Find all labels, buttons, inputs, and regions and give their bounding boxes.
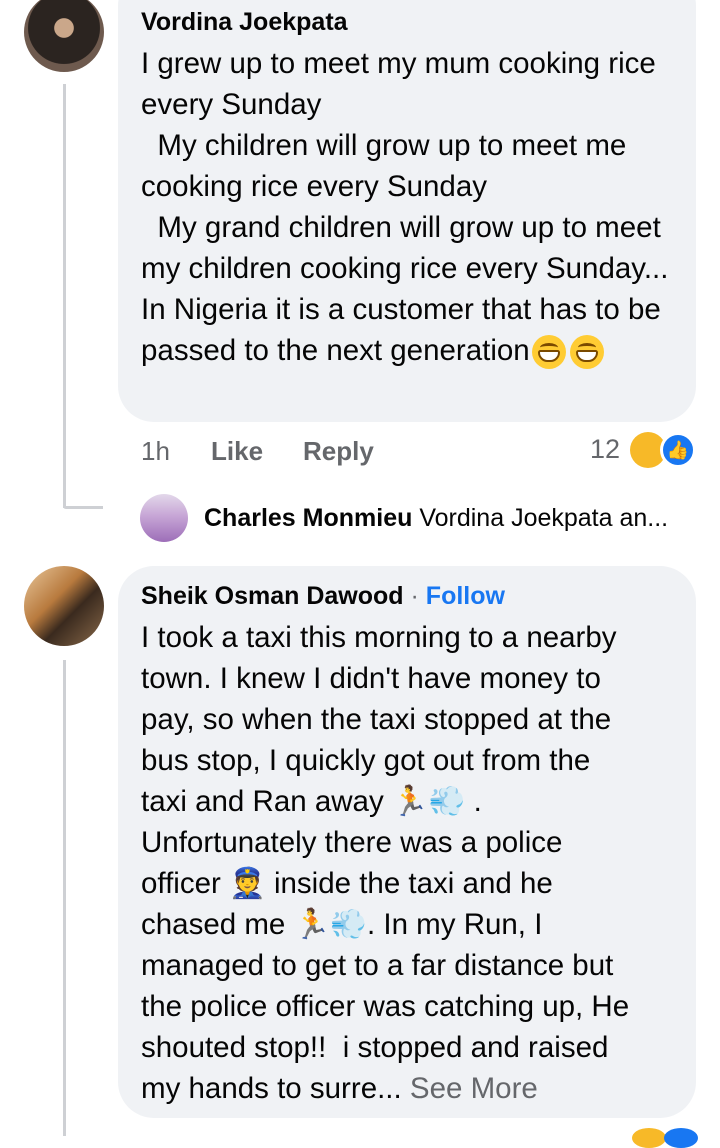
text-line: town. I knew I didn't have money to	[141, 662, 601, 695]
comment-text-content: I grew up to meet my mum cooking rice ev…	[141, 47, 669, 367]
comment-author[interactable]: Vordina Joekpata	[141, 8, 348, 37]
see-more-link[interactable]: See More	[410, 1072, 538, 1105]
text-line: chased me	[141, 908, 286, 941]
comment-text: I grew up to meet my mum cooking rice ev…	[141, 43, 686, 371]
reply-author: Charles Monmieu	[204, 504, 413, 532]
avatar[interactable]	[24, 566, 104, 646]
like-icon[interactable]	[664, 1128, 698, 1148]
follow-button[interactable]: Follow	[426, 582, 505, 610]
like-button[interactable]: Like	[211, 436, 263, 467]
reaction-count[interactable]: 12	[590, 434, 620, 465]
police-officer-icon: 👮	[229, 867, 266, 900]
thread-line	[63, 84, 66, 508]
text-line: inside the taxi and he	[273, 867, 553, 900]
text-line: . In my Run, I	[366, 908, 543, 941]
text-line: Unfortunately there was a police	[141, 826, 563, 859]
text-line: I took a taxi this morning to a nearby	[141, 621, 617, 654]
text-line: managed to get to a far distance but	[141, 949, 614, 982]
avatar[interactable]	[24, 0, 104, 72]
reply-snippet: Vordina Joekpata an...	[419, 504, 669, 532]
text-line: pay, so when the taxi stopped at the	[141, 703, 612, 736]
text-line: officer	[141, 867, 221, 900]
runner-icon: 🏃	[391, 785, 429, 818]
grinning-face-icon	[569, 335, 604, 370]
thread-connector	[63, 506, 103, 509]
haha-icon[interactable]	[632, 1128, 666, 1148]
like-icon[interactable]: 👍	[660, 432, 696, 468]
text-line: shouted stop!! i stopped and raised	[141, 1031, 609, 1064]
reply-avatar[interactable]	[140, 494, 188, 542]
text-line: taxi and Ran away	[141, 785, 384, 818]
runner-icon: 🏃	[293, 908, 331, 941]
text-line: bus stop, I quickly got out from the	[141, 744, 591, 777]
comment-author-line: Sheik Osman Dawood · Follow	[141, 582, 505, 611]
comment-author[interactable]: Sheik Osman Dawood	[141, 582, 404, 610]
comment-time[interactable]: 1h	[141, 436, 170, 467]
comment-text: I took a taxi this morning to a nearby to…	[141, 621, 630, 1105]
reply-button[interactable]: Reply	[303, 436, 374, 467]
reply-preview[interactable]: Charles Monmieu Vordina Joekpata an...	[204, 504, 668, 533]
dash-icon: 💨	[428, 785, 466, 818]
grinning-face-icon	[531, 335, 566, 370]
separator: ·	[410, 582, 419, 610]
text-line: my hands to surre...	[141, 1072, 402, 1105]
thread-line-2	[63, 660, 66, 1136]
text-line: the police officer was catching up, He	[141, 990, 630, 1023]
dash-icon: 💨	[330, 908, 367, 941]
